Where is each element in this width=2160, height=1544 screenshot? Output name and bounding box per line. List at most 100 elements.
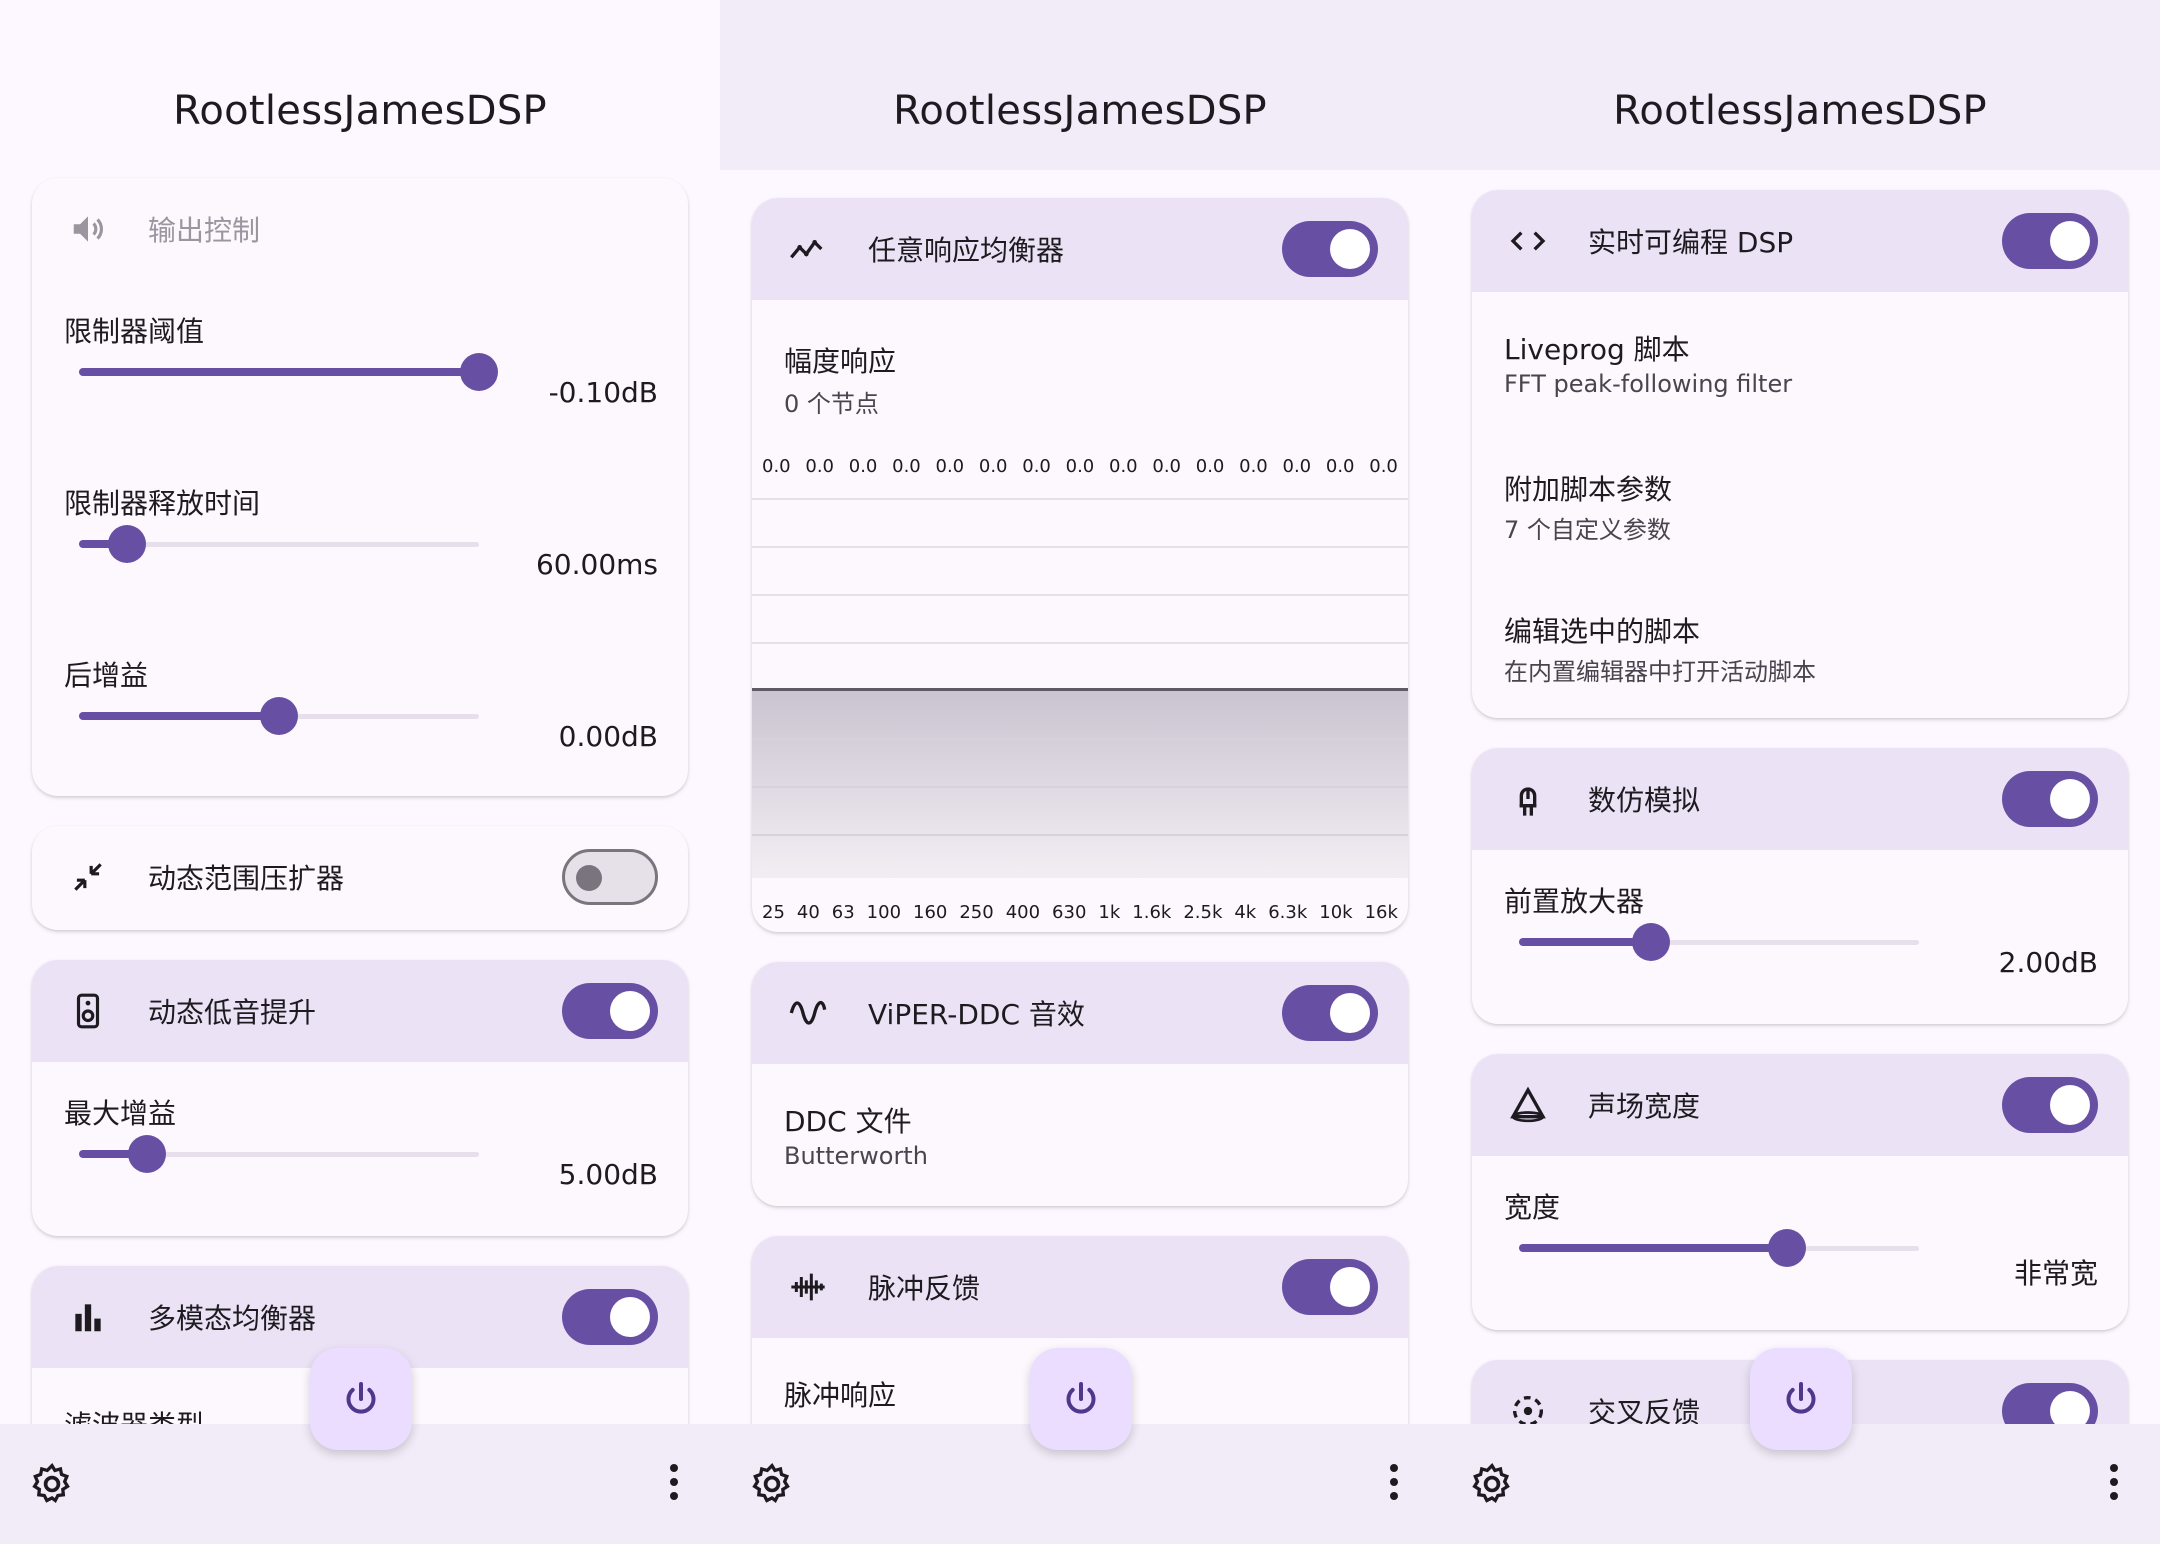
tube-icon (1506, 777, 1550, 821)
eq-gain-label: 0.0 (1022, 456, 1051, 477)
eq-gain-label: 0.0 (1065, 456, 1095, 477)
liveprog-edit-label[interactable]: 编辑选中的脚本 (1504, 610, 1700, 650)
eq-frequency-label: 6.3k (1268, 902, 1308, 923)
preamp-slider[interactable] (1519, 922, 1919, 962)
power-button[interactable] (310, 1348, 412, 1450)
viper-ddc-switch[interactable] (1282, 985, 1378, 1041)
slider-thumb[interactable] (460, 353, 498, 391)
more-vert-icon[interactable] (1388, 1464, 1400, 1504)
power-button[interactable] (1030, 1348, 1132, 1450)
bass-boost-card: 动态低音提升 最大增益 5.00dB (32, 960, 688, 1236)
max-gain-value: 5.00dB (558, 1158, 658, 1191)
liveprog-params-value: 7 个自定义参数 (1504, 516, 1671, 544)
more-vert-icon[interactable] (668, 1464, 680, 1504)
liveprog-script-label[interactable]: Liveprog 脚本 (1504, 328, 1690, 368)
eq-gain-label: 0.0 (1152, 456, 1182, 477)
eq-gain-label: 0.0 (935, 456, 965, 477)
analog-header[interactable]: 数仿模拟 (1472, 748, 2128, 850)
post-gain-slider[interactable] (79, 696, 479, 736)
eq-gain-label: 0.0 (1282, 456, 1312, 477)
screen-panel-2: RootlessJamesDSP 任意响应均衡器 幅度响应 0 个节点 0.0 0… (720, 0, 1440, 1544)
multimodal-eq-switch[interactable] (562, 1289, 658, 1345)
liveprog-header[interactable]: 实时可编程 DSP (1472, 190, 2128, 292)
stereo-width-card: 声场宽度 宽度 非常宽 (1472, 1054, 2128, 1330)
compander-card[interactable]: 动态范围压扩器 (32, 826, 688, 930)
slider-thumb[interactable] (108, 525, 146, 563)
eq-frequency-label: 630 (1052, 902, 1087, 923)
volume-icon (66, 207, 110, 251)
width-slider[interactable] (1519, 1228, 1919, 1268)
compander-switch[interactable] (562, 849, 658, 905)
eq-frequency-label: 250 (959, 902, 994, 923)
gear-icon[interactable] (30, 1462, 74, 1506)
analog-title: 数仿模拟 (1588, 784, 1701, 817)
gear-icon[interactable] (750, 1462, 794, 1506)
eq-gain-label: 0.0 (892, 456, 921, 477)
slider-thumb[interactable] (128, 1135, 166, 1173)
limiter-threshold-label: 限制器阈值 (64, 315, 205, 348)
output-control-card: 输出控制 限制器阈值 -0.10dB 限制器释放时间 60.00ms 后增益 0… (32, 178, 688, 796)
eq-frequency-label: 63 (831, 902, 855, 923)
power-icon (1066, 1382, 1096, 1414)
eq-graph[interactable] (752, 498, 1408, 878)
slider-thumb[interactable] (260, 697, 298, 735)
compander-title: 动态范围压扩器 (148, 862, 345, 895)
top-app-bar: RootlessJamesDSP (0, 0, 720, 170)
bass-boost-header[interactable]: 动态低音提升 (32, 960, 688, 1062)
viper-ddc-title: ViPER-DDC 音效 (868, 998, 1085, 1031)
bass-boost-switch[interactable] (562, 983, 658, 1039)
slider-thumb[interactable] (1632, 923, 1670, 961)
limiter-threshold-value: -0.10dB (548, 376, 658, 409)
limiter-release-slider[interactable] (79, 524, 479, 564)
preamp-label: 前置放大器 (1504, 885, 1645, 918)
slider-thumb[interactable] (1768, 1229, 1806, 1267)
arbitrary-eq-title: 任意响应均衡器 (868, 234, 1065, 267)
arbitrary-eq-switch[interactable] (1282, 221, 1378, 277)
limiter-release-value: 60.00ms (535, 548, 658, 581)
ddc-file-label[interactable]: DDC 文件 (784, 1100, 912, 1140)
arbitrary-eq-header[interactable]: 任意响应均衡器 (752, 198, 1408, 300)
max-gain-label: 最大增益 (64, 1097, 177, 1130)
post-gain-value: 0.00dB (558, 720, 658, 753)
stereo-width-switch[interactable] (2002, 1077, 2098, 1133)
wave-icon (786, 991, 830, 1035)
app-title: RootlessJamesDSP (1613, 88, 1987, 134)
eq-frequency-label: 400 (1005, 902, 1041, 923)
eq-frequency-label: 100 (866, 902, 902, 923)
app-title: RootlessJamesDSP (893, 88, 1267, 134)
gear-icon[interactable] (1470, 1462, 1514, 1506)
eq-response-line (752, 688, 1408, 691)
viper-ddc-header[interactable]: ViPER-DDC 音效 (752, 962, 1408, 1064)
top-app-bar: RootlessJamesDSP (720, 0, 1440, 170)
more-vert-icon[interactable] (2108, 1464, 2120, 1504)
power-button[interactable] (1750, 1348, 1852, 1450)
eq-response-area (752, 690, 1408, 878)
convolver-switch[interactable] (1282, 1259, 1378, 1315)
liveprog-edit-value: 在内置编辑器中打开活动脚本 (1504, 658, 1816, 686)
magnitude-response-label[interactable]: 幅度响应 (784, 340, 896, 380)
liveprog-switch[interactable] (2002, 213, 2098, 269)
speaker-icon (66, 989, 110, 1033)
compander-header[interactable]: 动态范围压扩器 (32, 826, 688, 928)
compress-icon (66, 855, 110, 899)
analog-switch[interactable] (2002, 771, 2098, 827)
width-value: 非常宽 (2013, 1257, 2098, 1290)
convolver-header[interactable]: 脉冲反馈 (752, 1236, 1408, 1338)
triangle-icon (1506, 1083, 1550, 1127)
eq-gain-label: 0.0 (805, 456, 835, 477)
output-control-header: 输出控制 (32, 178, 688, 280)
equalizer-icon (66, 1295, 110, 1339)
trend-icon (786, 227, 830, 271)
limiter-threshold-slider[interactable] (79, 352, 498, 392)
convolver-title: 脉冲反馈 (868, 1272, 981, 1305)
power-icon (346, 1382, 376, 1414)
impulse-response-label[interactable]: 脉冲响应 (784, 1374, 896, 1414)
liveprog-card: 实时可编程 DSP Liveprog 脚本 FFT peak-following… (1472, 190, 2128, 718)
width-label: 宽度 (1504, 1191, 1561, 1224)
eq-frequency-label: 25 (762, 902, 785, 923)
stereo-width-header[interactable]: 声场宽度 (1472, 1054, 2128, 1156)
output-control-title: 输出控制 (148, 214, 261, 247)
liveprog-params-label[interactable]: 附加脚本参数 (1504, 468, 1672, 508)
bass-boost-title: 动态低音提升 (148, 996, 317, 1029)
max-gain-slider[interactable] (79, 1134, 479, 1174)
